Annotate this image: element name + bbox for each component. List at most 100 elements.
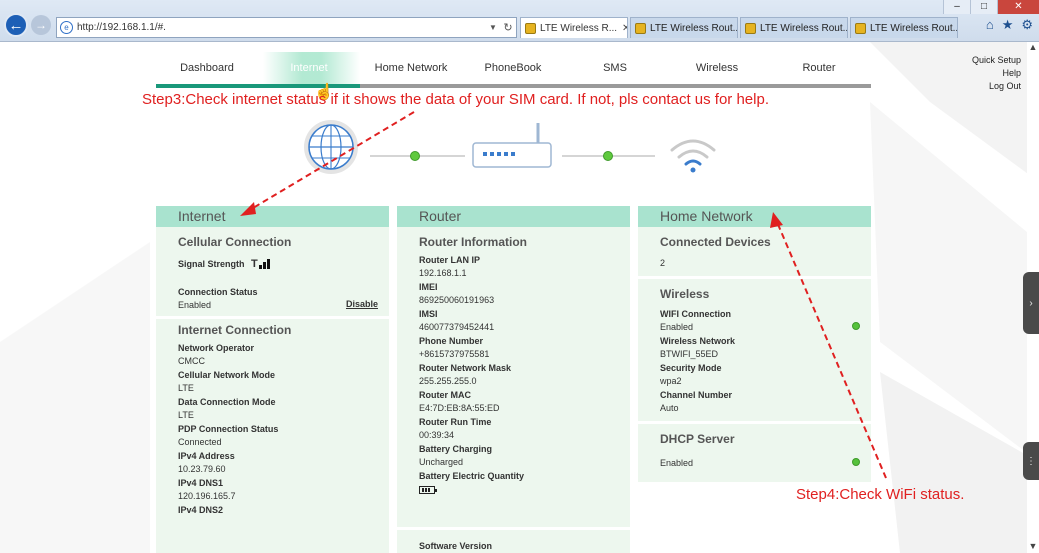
connection-status-label: Connection Status bbox=[178, 287, 258, 297]
field-label: WIFI Connection bbox=[660, 309, 731, 319]
status-dot-icon bbox=[852, 457, 860, 466]
home-network-panel-title: Home Network bbox=[638, 206, 871, 227]
field-value: 255.255.255.0 bbox=[419, 376, 477, 386]
internet-panel: Internet Cellular Connection Signal Stre… bbox=[156, 206, 389, 553]
nav-item-wireless[interactable]: Wireless bbox=[666, 62, 768, 74]
field-value: 869250060191963 bbox=[419, 295, 495, 305]
wireless-heading: Wireless bbox=[660, 287, 710, 301]
nav-item-router[interactable]: Router bbox=[768, 62, 870, 74]
tab-close-icon[interactable]: ✕ bbox=[622, 23, 627, 34]
connected-devices-count: 2 bbox=[660, 258, 666, 268]
refresh-icon[interactable]: ↻ bbox=[500, 21, 516, 34]
router-icon bbox=[472, 123, 552, 168]
connected-devices-heading: Connected Devices bbox=[660, 235, 771, 249]
url-text[interactable]: http://192.168.1.1/#. bbox=[77, 22, 486, 33]
step3-annotation: Step3:Check internet status if it shows … bbox=[142, 91, 769, 108]
close-window-button[interactable]: ✕ bbox=[997, 0, 1039, 14]
field-value: LTE bbox=[178, 410, 194, 420]
wireless-section: Wireless WIFI Connection Enabled Wireles… bbox=[638, 279, 871, 424]
scroll-down-icon[interactable]: ▼ bbox=[1027, 541, 1039, 551]
logout-link[interactable]: Log Out bbox=[972, 80, 1021, 93]
signal-strength-label: Signal Strength bbox=[178, 259, 245, 269]
side-tool-tab[interactable]: ⋮ bbox=[1023, 442, 1039, 480]
nav-item-dashboard[interactable]: Dashboard bbox=[156, 62, 258, 74]
battery-icon bbox=[419, 486, 437, 494]
minimize-button[interactable]: – bbox=[943, 0, 970, 14]
dhcp-server-value: Enabled bbox=[660, 458, 694, 468]
field-value: 192.168.1.1 bbox=[419, 268, 467, 278]
internet-connection-section: Internet Connection Network Operator CMC… bbox=[156, 319, 389, 521]
router-panel-title: Router bbox=[397, 206, 630, 227]
nav-underline bbox=[156, 84, 871, 88]
scroll-up-icon[interactable]: ▲ bbox=[1027, 42, 1039, 52]
internet-panel-title: Internet bbox=[156, 206, 389, 227]
field-value: +8615737975581 bbox=[419, 349, 490, 359]
forward-button[interactable]: → bbox=[31, 15, 51, 35]
maximize-button[interactable]: □ bbox=[970, 0, 997, 14]
field-value: BTWIFI_55ED bbox=[660, 349, 719, 359]
chevron-right-icon: › bbox=[1029, 297, 1033, 309]
quick-setup-link[interactable]: Quick Setup bbox=[972, 54, 1021, 67]
cellular-connection-heading: Cellular Connection bbox=[178, 235, 292, 249]
dhcp-server-heading: DHCP Server bbox=[660, 432, 735, 446]
field-label: Battery Charging bbox=[419, 444, 493, 454]
side-expand-tab[interactable]: › bbox=[1023, 272, 1039, 334]
connection-status-value: Enabled bbox=[178, 300, 212, 310]
globe-icon bbox=[304, 120, 358, 174]
back-button[interactable]: ← bbox=[4, 13, 28, 37]
dhcp-server-section: DHCP Server Enabled bbox=[638, 424, 871, 474]
field-label: Router Run Time bbox=[419, 417, 492, 427]
field-label: Router Network Mask bbox=[419, 363, 512, 373]
connected-devices-section: Connected Devices 2 bbox=[638, 227, 871, 279]
step4-annotation: Step4:Check WiFi status. bbox=[796, 486, 965, 503]
field-value: Enabled bbox=[660, 322, 694, 332]
nav-item-internet[interactable]: Internet bbox=[258, 62, 360, 74]
field-value: 10.23.79.60 bbox=[178, 464, 226, 474]
connection-diagram bbox=[304, 120, 716, 174]
software-version-label: Software Version bbox=[419, 541, 493, 551]
browser-chrome: – □ ✕ ← → e http://192.168.1.1/#. ▼ ↻ LT… bbox=[0, 0, 1039, 42]
window-controls: – □ ✕ bbox=[943, 0, 1039, 14]
nav-item-phonebook[interactable]: PhoneBook bbox=[462, 62, 564, 74]
tab-title: LTE Wireless R... bbox=[540, 22, 618, 34]
field-value: 120.196.165.7 bbox=[178, 491, 236, 501]
home-network-panel: Home Network Connected Devices 2 Wireles… bbox=[638, 206, 871, 482]
link-status-dot bbox=[603, 151, 613, 161]
disable-link[interactable]: Disable bbox=[346, 299, 378, 309]
address-bar[interactable]: e http://192.168.1.1/#. ▼ ↻ bbox=[56, 17, 517, 38]
handle-icon: ⋮ bbox=[1026, 455, 1036, 467]
browser-tab-4[interactable]: LTE Wireless Rout... bbox=[850, 17, 958, 38]
browser-tools: ⌂ ★ ⚙ bbox=[986, 17, 1033, 33]
star-icon[interactable]: ★ bbox=[1002, 17, 1014, 33]
field-label: IMSI bbox=[419, 309, 438, 319]
home-icon[interactable]: ⌂ bbox=[986, 17, 994, 33]
router-web-page: ▲ ▼ › ⋮ Dashboard Internet Home Network … bbox=[0, 42, 1039, 553]
status-dot-icon bbox=[852, 321, 860, 330]
field-label: IMEI bbox=[419, 282, 438, 292]
field-label: Wireless Network bbox=[660, 336, 735, 346]
field-label: Channel Number bbox=[660, 390, 733, 400]
browser-tab-1[interactable]: LTE Wireless R... ✕ bbox=[520, 17, 628, 38]
browser-tab-3[interactable]: LTE Wireless Rout... bbox=[740, 17, 848, 38]
main-nav: Dashboard Internet Home Network PhoneBoo… bbox=[156, 52, 871, 101]
signal-strength-row: Signal Strength T bbox=[178, 259, 378, 270]
field-label: Battery Electric Quantity bbox=[419, 471, 525, 481]
nav-item-home-network[interactable]: Home Network bbox=[360, 62, 462, 74]
tab-title: LTE Wireless Rout... bbox=[650, 22, 738, 34]
internet-connection-heading: Internet Connection bbox=[178, 323, 292, 337]
address-dropdown-icon[interactable]: ▼ bbox=[486, 23, 500, 32]
back-arrow-icon: ← bbox=[8, 16, 24, 34]
field-label: IPv4 DNS2 bbox=[178, 505, 224, 515]
link-status-dot bbox=[410, 151, 420, 161]
field-value: LTE bbox=[178, 383, 194, 393]
browser-tab-2[interactable]: LTE Wireless Rout... bbox=[630, 17, 738, 38]
nav-item-sms[interactable]: SMS bbox=[564, 62, 666, 74]
field-label: Data Connection Mode bbox=[178, 397, 276, 407]
router-information-section: Router Information Router LAN IP 192.168… bbox=[397, 227, 630, 505]
top-links: Quick Setup Help Log Out bbox=[972, 54, 1021, 93]
help-link[interactable]: Help bbox=[972, 67, 1021, 80]
field-value: E4:7D:EB:8A:55:ED bbox=[419, 403, 500, 413]
tab-favicon-icon bbox=[745, 22, 756, 34]
gear-icon[interactable]: ⚙ bbox=[1021, 17, 1033, 33]
signal-bars-icon: T bbox=[251, 259, 270, 270]
